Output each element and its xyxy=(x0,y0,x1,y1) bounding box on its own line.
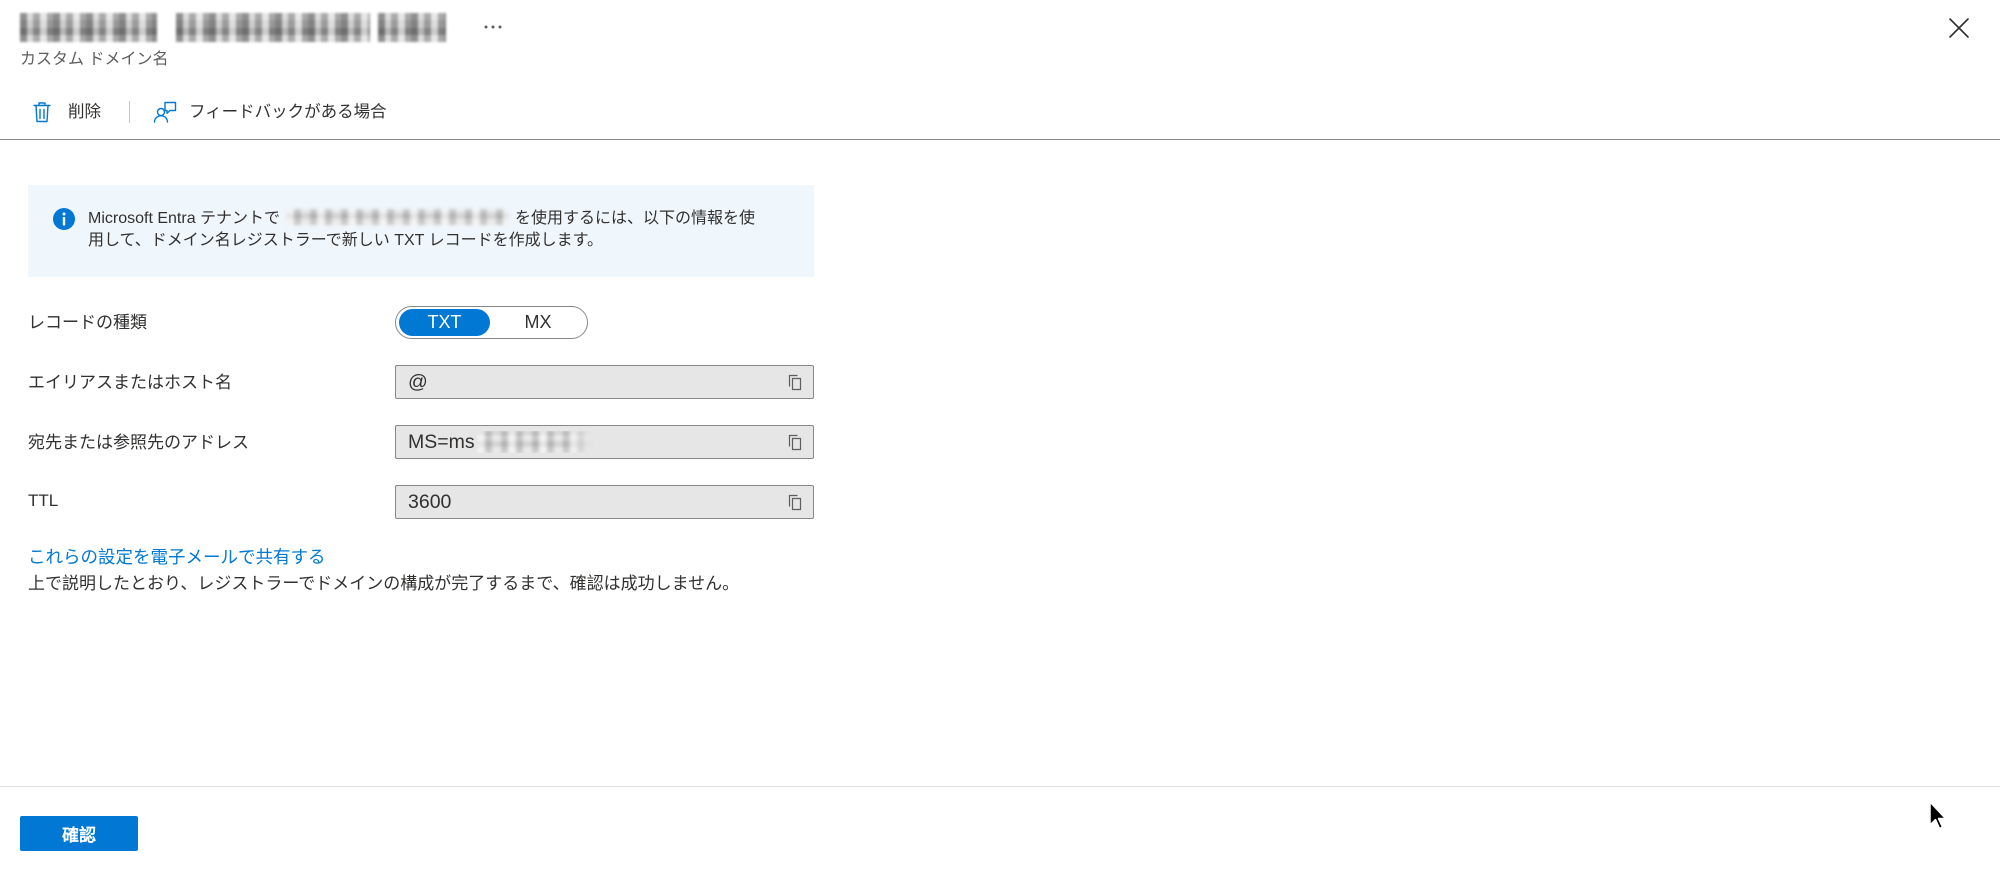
alias-field-content: @ xyxy=(408,366,428,398)
close-icon xyxy=(1949,18,1969,38)
alias-label: エイリアスまたはホスト名 xyxy=(28,373,232,392)
redacted-title xyxy=(20,13,446,42)
feedback-label: フィードバックがある場合 xyxy=(189,103,387,121)
copy-icon xyxy=(788,434,802,451)
copy-icon xyxy=(788,494,802,511)
info-text-line: Microsoft Entra テナントで を使用するには、以下の情報を使 xyxy=(88,208,755,230)
record-type-option-txt[interactable]: TXT xyxy=(399,309,490,336)
delete-label: 削除 xyxy=(68,103,101,121)
alias-value: @ xyxy=(408,370,428,393)
feedback-icon xyxy=(153,101,177,123)
blade-subtitle: カスタム ドメイン名 xyxy=(20,51,169,68)
custom-domain-blade: カスタム ドメイン名 削除 フィードバックがある場合 Microsoft Ent… xyxy=(0,0,2000,871)
toolbar-divider xyxy=(129,101,130,123)
verification-note: 上で説明したとおり、レジストラーでドメインの構成が完了するまで、確認は成功しませ… xyxy=(28,574,740,593)
more-actions-button[interactable] xyxy=(482,19,504,35)
destination-label: 宛先または参照先のアドレス xyxy=(28,433,249,452)
redacted-title-part xyxy=(20,13,157,42)
info-text-prefix: Microsoft Entra テナントで xyxy=(88,210,281,227)
more-icon xyxy=(484,25,502,29)
copy-icon xyxy=(788,374,802,391)
info-banner: Microsoft Entra テナントで を使用するには、以下の情報を使 用して… xyxy=(28,185,814,277)
feedback-button[interactable]: フィードバックがある場合 xyxy=(147,96,393,128)
delete-button[interactable]: 削除 xyxy=(26,96,107,128)
record-type-option-mx[interactable]: MX xyxy=(492,309,584,336)
copy-alias-button[interactable] xyxy=(786,373,804,391)
destination-value: MS=ms xyxy=(408,430,475,453)
ttl-field-content: 3600 xyxy=(408,486,451,518)
share-settings-email-link[interactable]: これらの設定を電子メールで共有する xyxy=(28,545,326,569)
trash-icon xyxy=(33,102,51,123)
header-divider xyxy=(0,139,2000,140)
redacted-title-part xyxy=(378,13,446,42)
ttl-label: TTL xyxy=(28,491,59,510)
mouse-cursor-icon xyxy=(1929,801,1947,830)
copy-destination-button[interactable] xyxy=(786,433,804,451)
copy-ttl-button[interactable] xyxy=(786,493,804,511)
record-type-label: レコードの種類 xyxy=(28,313,147,332)
redacted-value xyxy=(476,431,594,453)
footer-divider xyxy=(0,786,2000,787)
ttl-field[interactable]: 3600 xyxy=(395,485,814,519)
redacted-domain xyxy=(286,209,510,225)
alias-field[interactable]: @ xyxy=(395,365,814,399)
record-type-toggle: TXT MX xyxy=(395,306,588,339)
close-button[interactable] xyxy=(1946,15,1972,41)
verify-button[interactable]: 確認 xyxy=(20,816,138,851)
destination-field-content: MS=ms xyxy=(408,426,594,458)
redacted-title-part xyxy=(176,13,370,42)
ttl-value: 3600 xyxy=(408,490,452,513)
info-text-line: 用して、ドメイン名レジストラーで新しい TXT レコードを作成します。 xyxy=(88,232,603,249)
info-text-suffix: を使用するには、以下の情報を使 xyxy=(515,210,756,227)
info-icon xyxy=(53,208,75,230)
destination-field[interactable]: MS=ms xyxy=(395,425,814,459)
